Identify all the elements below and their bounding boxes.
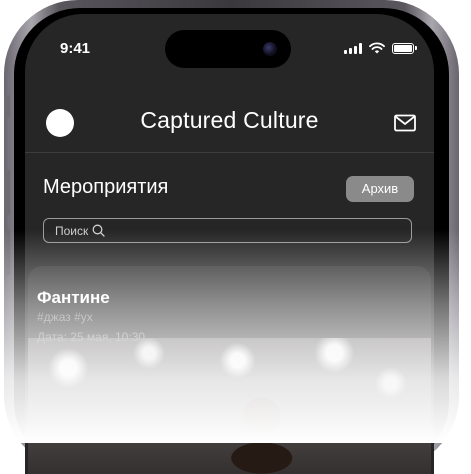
camera-icon bbox=[263, 42, 277, 56]
side-button-silent bbox=[4, 95, 10, 117]
status-time: 9:41 bbox=[60, 40, 91, 57]
header-divider bbox=[25, 152, 434, 153]
search-placeholder: Поиск bbox=[55, 223, 89, 238]
search-input[interactable]: Поиск bbox=[43, 218, 412, 243]
status-icons bbox=[344, 42, 417, 54]
page-title: Мероприятия bbox=[43, 176, 169, 198]
wifi-icon bbox=[369, 42, 385, 54]
side-button-volume-up bbox=[4, 170, 10, 215]
signal-icon bbox=[344, 42, 362, 54]
archive-button[interactable]: Архив bbox=[346, 176, 414, 202]
battery-icon bbox=[392, 42, 417, 54]
search-icon bbox=[92, 224, 105, 237]
mail-icon[interactable] bbox=[394, 114, 416, 132]
event-photo bbox=[28, 338, 431, 474]
event-tags: #джаз #ух bbox=[37, 310, 93, 324]
dynamic-island bbox=[165, 30, 291, 68]
event-title: Фантине bbox=[37, 288, 110, 307]
app-title: Captured Culture bbox=[140, 107, 319, 133]
screen: 9:41 Captured Culture Мероприятия Архив … bbox=[25, 14, 434, 474]
side-button-volume-down bbox=[4, 230, 10, 275]
event-date: Дата: 25 мая, 10:30 bbox=[37, 330, 146, 344]
